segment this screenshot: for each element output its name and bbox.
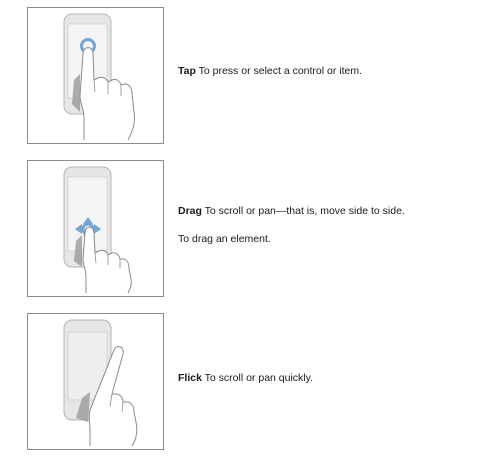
gesture-term: Tap <box>178 65 196 77</box>
gesture-term: Flick <box>178 372 202 384</box>
drag-gesture-icon <box>27 160 164 297</box>
gesture-definition: To press or select a control or item. <box>198 65 363 77</box>
gesture-definition: To scroll or pan quickly. <box>204 372 314 384</box>
gesture-definition: To scroll or pan—that is, move side to s… <box>204 205 405 217</box>
flick-gesture-icon <box>27 313 164 450</box>
gesture-note: To drag an element. <box>178 233 271 245</box>
tap-description: Tap To press or select a control or item… <box>178 65 362 78</box>
gesture-term: Drag <box>178 205 202 217</box>
drag-description: Drag To scroll or pan—that is, move side… <box>178 205 405 246</box>
tap-gesture-icon <box>27 7 164 144</box>
flick-description: Flick To scroll or pan quickly. <box>178 372 313 385</box>
